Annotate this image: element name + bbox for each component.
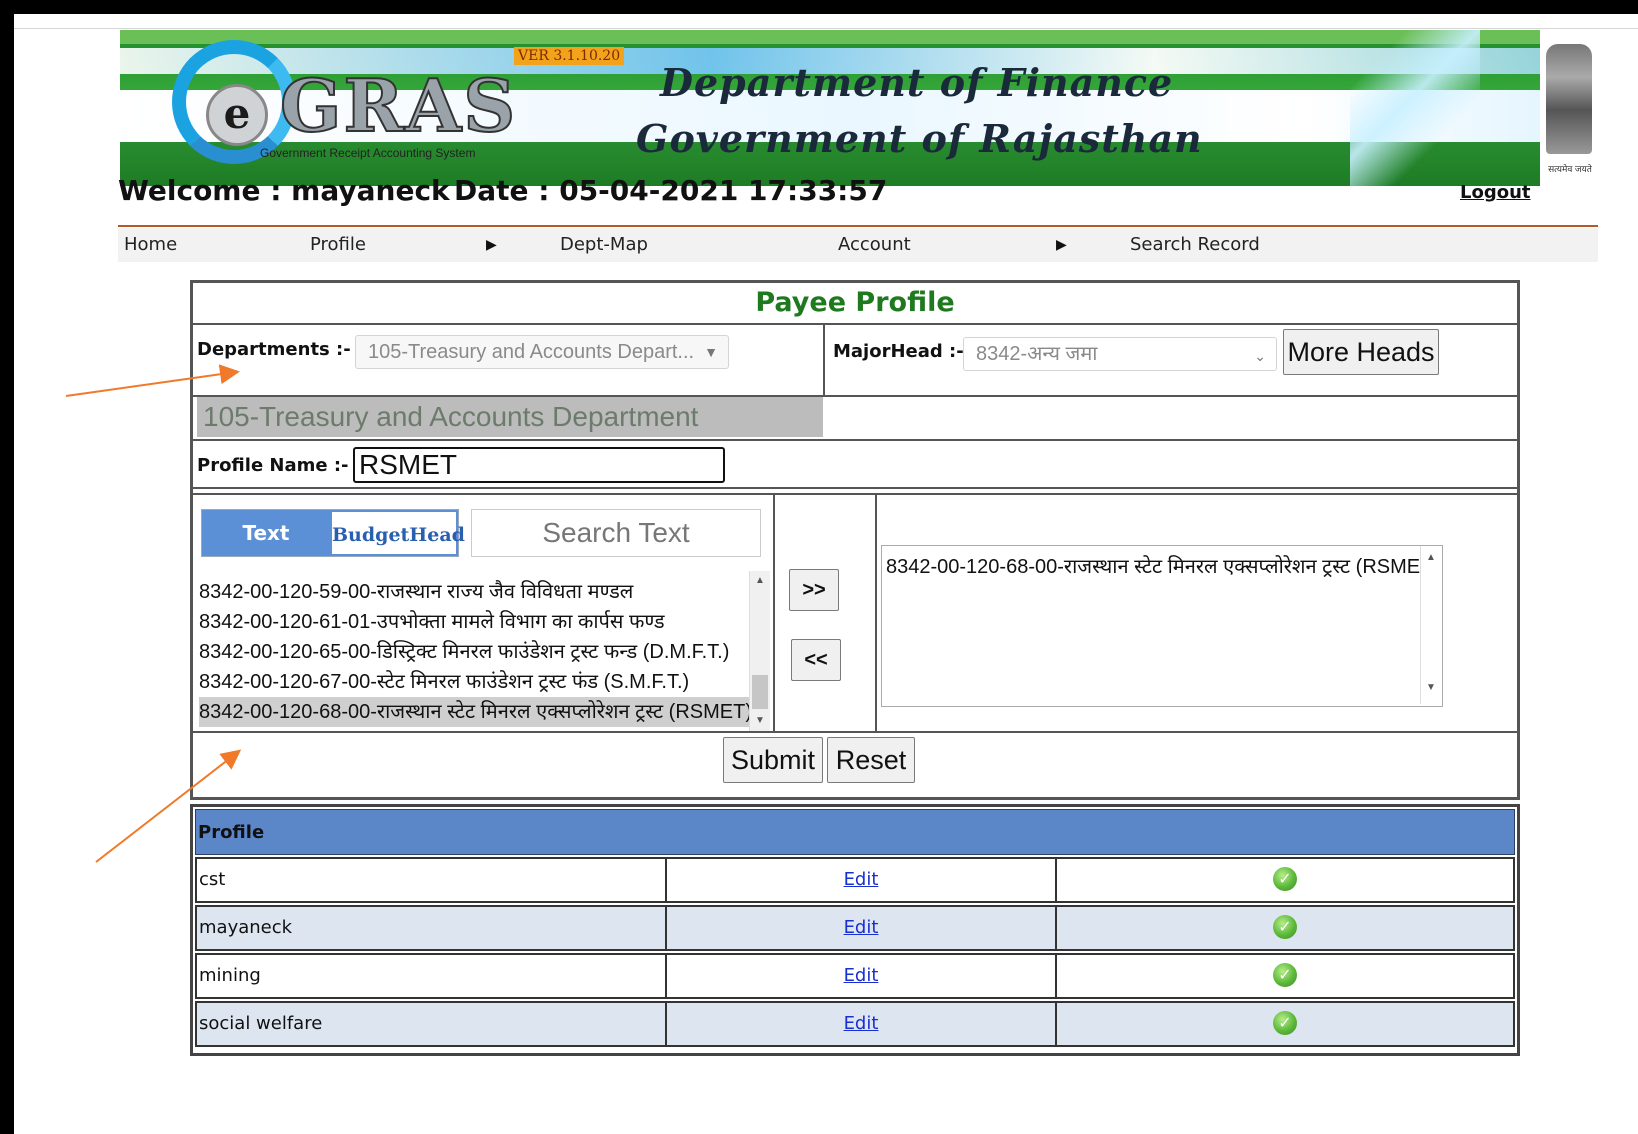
welcome-divider xyxy=(118,225,1598,227)
check-icon[interactable]: ✓ xyxy=(1273,963,1297,987)
divider xyxy=(773,495,775,731)
divider xyxy=(823,325,825,395)
header-banner: e GRAS Government Receipt Accounting Sys… xyxy=(120,30,1598,186)
divider xyxy=(193,487,1517,489)
divider xyxy=(193,493,1517,495)
edit-cell: Edit xyxy=(667,907,1057,949)
state-emblem: सत्यमेव जयते xyxy=(1540,30,1598,186)
edit-cell: Edit xyxy=(667,859,1057,901)
logout-link[interactable]: Logout xyxy=(1460,182,1531,203)
grid-header: Profile xyxy=(195,809,1515,855)
main-nav: Home Profile ▶ Dept-Map Account ▶ Search… xyxy=(118,228,1598,262)
banner-light xyxy=(1350,30,1480,186)
tab-budgethead[interactable]: BudgetHead xyxy=(330,510,465,556)
majorhead-label: MajorHead :- xyxy=(833,341,964,362)
selected-heads-list[interactable]: 8342-00-120-68-00-राजस्थान स्टेट मिनरल ए… xyxy=(881,545,1443,707)
panel-title: Payee Profile xyxy=(755,287,955,318)
edit-link[interactable]: Edit xyxy=(844,917,879,938)
scroll-thumb[interactable] xyxy=(752,675,768,709)
nav-profile-arrow-icon: ▶ xyxy=(486,236,497,252)
profiles-grid: Profile cst Edit ✓ mayaneck Edit ✓ minin… xyxy=(190,804,1520,1056)
edit-cell: Edit xyxy=(667,955,1057,997)
divider xyxy=(193,323,1517,325)
scroll-up-icon[interactable]: ▲ xyxy=(750,575,770,586)
header-title-line2: Government of Rajasthan xyxy=(636,116,1203,161)
search-mode-tabs: Text BudgetHead xyxy=(201,509,465,557)
scroll-down-icon[interactable]: ▼ xyxy=(750,715,770,726)
egras-logo-subtitle: Government Receipt Accounting System xyxy=(260,146,476,160)
list-item-selected[interactable]: 8342-00-120-68-00-राजस्थान स्टेट मिनरल ए… xyxy=(199,697,752,727)
scroll-up-icon[interactable]: ▲ xyxy=(1421,552,1441,563)
emblem-caption: सत्यमेव जयते xyxy=(1548,164,1592,174)
check-icon[interactable]: ✓ xyxy=(1273,915,1297,939)
profile-name-cell: social welfare xyxy=(197,1003,667,1045)
more-heads-button[interactable]: More Heads xyxy=(1283,329,1439,375)
edit-link[interactable]: Edit xyxy=(844,869,879,890)
page-frame: e GRAS Government Receipt Accounting Sys… xyxy=(14,14,1638,1134)
scroll-down-icon[interactable]: ▼ xyxy=(1421,682,1441,693)
reset-button[interactable]: Reset xyxy=(827,737,915,783)
majorhead-select[interactable]: 8342-अन्य जमा ⌄ xyxy=(963,337,1277,371)
table-row: mayaneck Edit ✓ xyxy=(195,905,1515,951)
nav-account-arrow-icon: ▶ xyxy=(1056,236,1067,252)
nav-dept-map[interactable]: Dept-Map xyxy=(560,234,648,255)
table-row: social welfare Edit ✓ xyxy=(195,1001,1515,1047)
profile-name-cell: cst xyxy=(197,859,667,901)
majorhead-value: 8342-अन्य जमा xyxy=(976,343,1098,365)
status-cell: ✓ xyxy=(1057,859,1513,901)
emblem-icon xyxy=(1546,44,1592,154)
list-item[interactable]: 8342-00-120-61-01-उपभोक्ता मामले विभाग क… xyxy=(199,607,749,637)
list-scrollbar[interactable]: ▲ ▼ xyxy=(749,571,770,733)
move-left-button[interactable]: << xyxy=(791,639,841,681)
list-item[interactable]: 8342-00-120-68-00-राजस्थान स्टेट मिनरल ए… xyxy=(886,552,1439,579)
check-icon[interactable]: ✓ xyxy=(1273,1011,1297,1035)
edit-link[interactable]: Edit xyxy=(844,965,879,986)
grid-header-profile: Profile xyxy=(198,822,265,843)
version-badge: VER 3.1.10.20 xyxy=(514,47,625,65)
profile-name-cell: mining xyxy=(197,955,667,997)
check-icon[interactable]: ✓ xyxy=(1273,867,1297,891)
status-cell: ✓ xyxy=(1057,1003,1513,1045)
status-cell: ✓ xyxy=(1057,907,1513,949)
move-right-button[interactable]: >> xyxy=(789,569,839,611)
divider xyxy=(193,731,1517,733)
nav-search-record[interactable]: Search Record xyxy=(1130,234,1260,255)
nav-home[interactable]: Home xyxy=(124,234,177,255)
list-item[interactable]: 8342-00-120-59-00-राजस्थान राज्य जैव विव… xyxy=(199,577,749,607)
nav-account[interactable]: Account xyxy=(838,234,911,255)
selected-list-scrollbar[interactable]: ▲ ▼ xyxy=(1420,546,1441,704)
table-row: mining Edit ✓ xyxy=(195,953,1515,999)
edit-link[interactable]: Edit xyxy=(844,1013,879,1034)
divider xyxy=(193,439,1517,441)
chevron-down-icon: ⌄ xyxy=(1254,348,1266,364)
list-item[interactable]: 8342-00-120-67-00-स्टेट मिनरल फाउंडेशन ट… xyxy=(199,667,749,697)
egras-logo-text: GRAS xyxy=(279,63,518,148)
tab-text[interactable]: Text xyxy=(202,510,330,556)
profile-name-input[interactable]: RSMET xyxy=(353,447,725,483)
edit-cell: Edit xyxy=(667,1003,1057,1045)
search-text-input[interactable]: Search Text xyxy=(471,509,761,557)
nav-profile[interactable]: Profile xyxy=(310,234,366,255)
departments-value: 105-Treasury and Accounts Depart... xyxy=(368,341,695,363)
profile-name-cell: mayaneck xyxy=(197,907,667,949)
egras-logo-e: e xyxy=(206,84,268,146)
departments-label: Departments :- xyxy=(197,339,351,360)
available-heads-list[interactable]: 8342-00-120-59-00-राजस्थान राज्य जैव विव… xyxy=(197,571,771,739)
top-divider xyxy=(14,28,1638,29)
list-item[interactable]: 8342-00-120-65-00-डिस्ट्रिक्ट मिनरल फाउं… xyxy=(199,637,749,667)
header-title-line1: Department of Finance xyxy=(660,60,1174,105)
payee-profile-panel: Payee Profile Departments :- 105-Treasur… xyxy=(190,280,1520,800)
table-row: cst Edit ✓ xyxy=(195,857,1515,903)
profile-name-label: Profile Name :- xyxy=(197,455,349,476)
current-date: Date : 05-04-2021 17:33:57 xyxy=(454,174,888,207)
status-cell: ✓ xyxy=(1057,955,1513,997)
departments-select[interactable]: 105-Treasury and Accounts Depart... ▼ xyxy=(355,335,729,369)
divider xyxy=(875,495,877,731)
chevron-down-icon: ▼ xyxy=(704,344,718,360)
selected-department-banner: 105-Treasury and Accounts Department xyxy=(197,397,823,437)
welcome-user: Welcome : mayaneck xyxy=(118,174,450,207)
submit-button[interactable]: Submit xyxy=(723,737,823,783)
